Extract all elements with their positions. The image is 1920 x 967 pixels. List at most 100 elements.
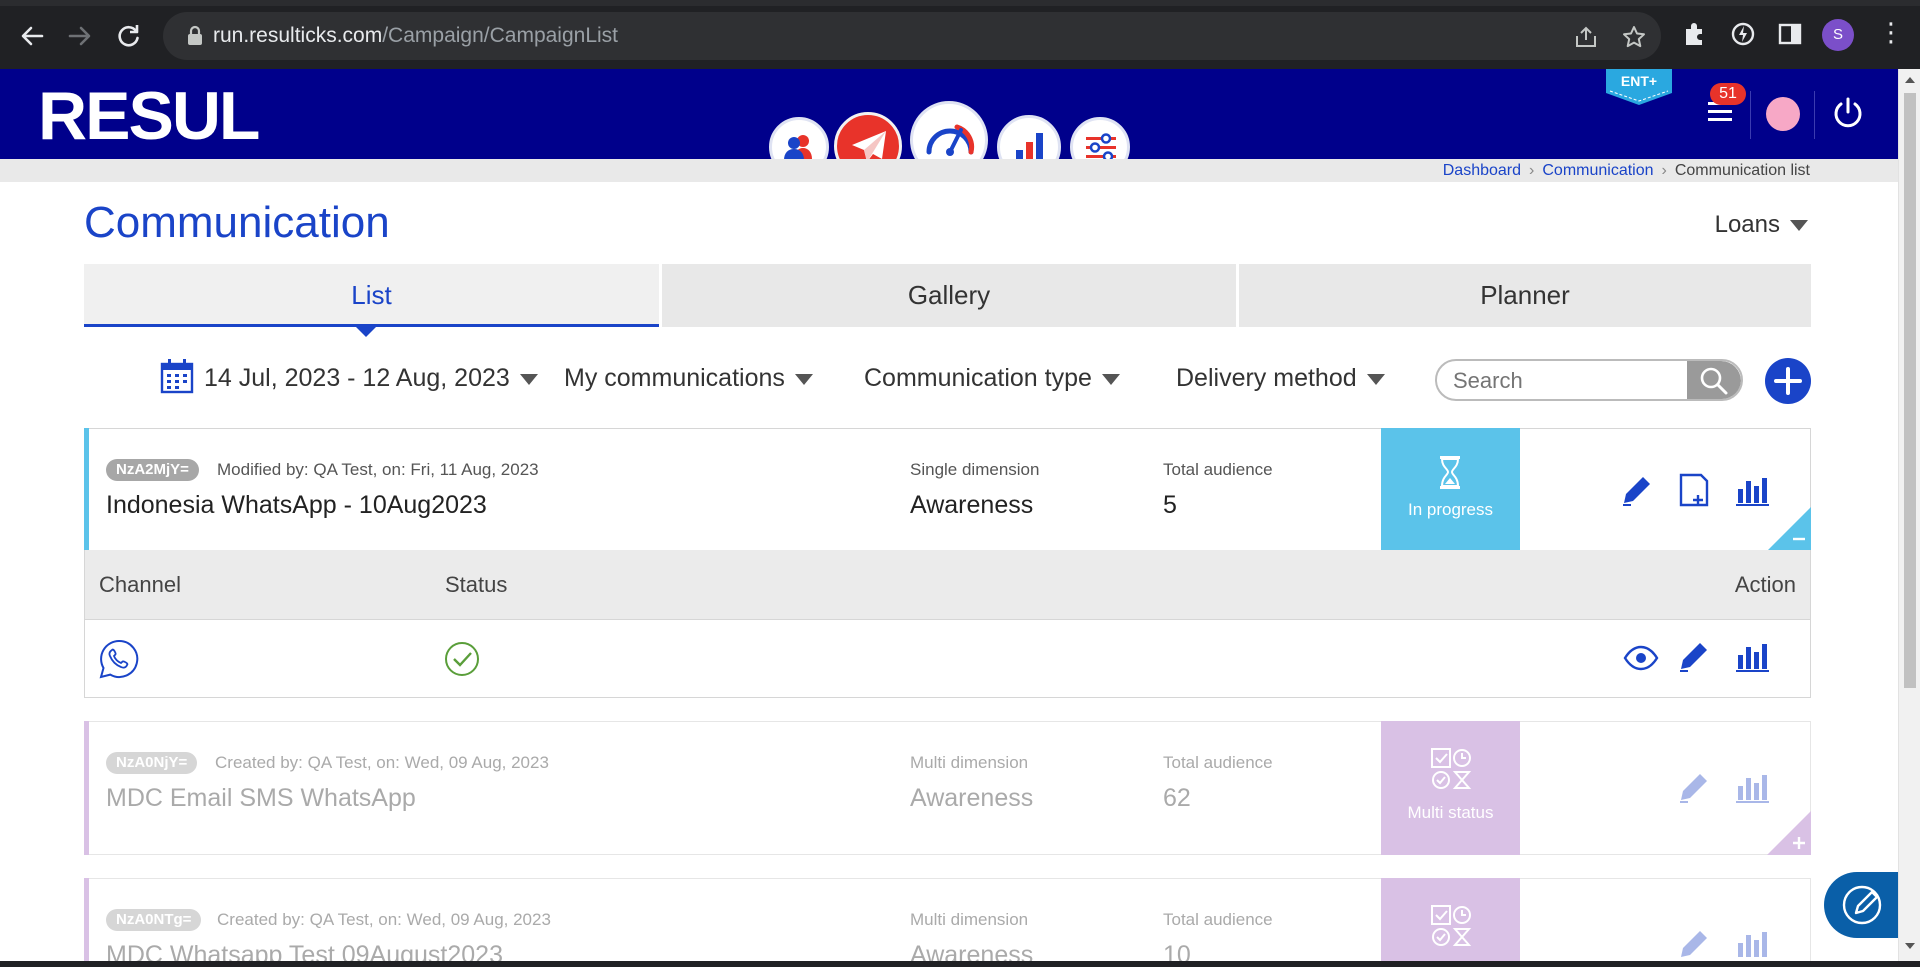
notification-count-badge[interactable]: 51	[1710, 83, 1746, 105]
tab-list[interactable]: List	[84, 264, 659, 327]
owner-filter-dropdown[interactable]: My communications	[564, 360, 813, 396]
profile-avatar[interactable]: S	[1822, 19, 1854, 51]
plus-icon	[1774, 367, 1802, 395]
tab-planner[interactable]: Planner	[1239, 264, 1811, 327]
communication-code-badge: NzA0NTg=	[106, 909, 202, 931]
add-copy-icon[interactable]	[1675, 471, 1713, 509]
user-avatar[interactable]	[1766, 97, 1800, 131]
owner-filter-value: My communications	[564, 364, 785, 392]
communication-detail-table: Channel Status Action	[84, 550, 1811, 698]
caret-down-icon	[1366, 373, 1385, 385]
card-status-bar	[84, 428, 89, 551]
collapse-corner-icon[interactable]	[1767, 507, 1811, 551]
status-label: Multi status	[1407, 803, 1494, 822]
report-icon[interactable]	[1733, 768, 1771, 806]
view-icon[interactable]	[1623, 643, 1659, 673]
scrollbar-thumb[interactable]	[1904, 93, 1916, 688]
status-panel: In progress	[1381, 428, 1520, 551]
search-icon	[1700, 367, 1728, 395]
channel-header: Channel	[99, 572, 181, 597]
caret-down-icon	[1101, 373, 1120, 385]
hourglass-icon	[1440, 456, 1460, 489]
scroll-down-icon[interactable]	[1905, 943, 1915, 949]
share-icon[interactable]	[1573, 24, 1599, 50]
bookmark-star-icon[interactable]	[1621, 24, 1647, 50]
status-panel	[1381, 878, 1520, 967]
power-icon[interactable]	[1830, 95, 1866, 131]
communication-name[interactable]: MDC Email SMS WhatsApp	[106, 782, 416, 814]
lock-icon	[188, 25, 202, 45]
back-icon[interactable]	[14, 18, 50, 54]
communication-type-dropdown[interactable]: Communication type	[864, 360, 1120, 396]
edit-icon[interactable]	[1675, 925, 1713, 963]
communication-name[interactable]: Indonesia WhatsApp - 10Aug2023	[106, 489, 487, 521]
report-icon[interactable]	[1733, 471, 1771, 509]
status-header: Status	[445, 572, 508, 597]
card-status-bar	[84, 878, 89, 967]
header-divider	[1750, 91, 1751, 139]
delivery-method-value: Delivery method	[1176, 364, 1357, 392]
search-input[interactable]	[1453, 367, 1673, 395]
communication-meta: Created by: QA Test, on: Wed, 09 Aug, 20…	[217, 910, 551, 929]
calendar-icon[interactable]	[160, 358, 194, 394]
breadcrumb-communication[interactable]: Communication	[1542, 162, 1653, 179]
business-unit-dropdown[interactable]: Loans	[1715, 210, 1808, 240]
check-circle-icon	[445, 642, 479, 676]
audience-label: Total audience	[1163, 460, 1273, 479]
audience-label: Total audience	[1163, 910, 1273, 929]
ent-badge-label: ENT+	[1620, 73, 1658, 89]
performance-icon[interactable]	[1729, 20, 1757, 48]
search-button[interactable]	[1687, 361, 1741, 399]
feedback-pen-icon	[1842, 885, 1882, 925]
communication-code-badge: NzA2MjY=	[106, 459, 199, 481]
status-panel: Multi status	[1381, 721, 1520, 855]
breadcrumb-separator-icon: ›	[1661, 162, 1667, 179]
caret-down-icon	[519, 373, 538, 385]
side-panel-icon[interactable]	[1776, 20, 1804, 48]
audience-label: Total audience	[1163, 753, 1273, 772]
communication-card[interactable]: NzA0NTg= Created by: QA Test, on: Wed, 0…	[84, 878, 1811, 967]
edit-icon[interactable]	[1618, 471, 1656, 509]
reload-icon[interactable]	[110, 18, 146, 54]
active-tab-pointer	[356, 327, 376, 337]
dimension-label: Multi dimension	[910, 753, 1029, 772]
resulticks-logo[interactable]: RESUL	[38, 81, 260, 151]
header-divider	[1814, 91, 1815, 139]
expand-corner-icon[interactable]	[1767, 811, 1811, 855]
multi-status-icon	[1431, 748, 1472, 789]
communication-code-badge: NzA0NjY=	[106, 752, 198, 774]
dimension-value: Awareness	[910, 784, 1034, 812]
communication-meta: Modified by: QA Test, on: Fri, 11 Aug, 2…	[217, 460, 539, 479]
report-icon[interactable]	[1733, 925, 1771, 963]
scroll-up-icon[interactable]	[1905, 77, 1915, 83]
address-bar[interactable]: run.resulticks.com/Campaign/CampaignList	[163, 12, 1661, 60]
breadcrumb-dashboard[interactable]: Dashboard	[1443, 162, 1521, 179]
communication-card[interactable]: NzA0NjY= Created by: QA Test, on: Wed, 0…	[84, 721, 1811, 855]
browser-tabstrip	[0, 0, 1920, 6]
view-tabs: List Gallery Planner	[84, 264, 1811, 327]
add-communication-button[interactable]	[1765, 358, 1811, 404]
edit-icon[interactable]	[1675, 768, 1713, 806]
report-icon[interactable]	[1733, 637, 1771, 675]
page-scrollbar[interactable]	[1898, 69, 1920, 967]
tab-gallery[interactable]: Gallery	[662, 264, 1236, 327]
page-title: Communication	[84, 198, 390, 247]
caret-down-icon	[1790, 220, 1808, 232]
url-text[interactable]: run.resulticks.com/Campaign/CampaignList	[213, 24, 618, 48]
communication-type-value: Communication type	[864, 364, 1092, 392]
forward-icon[interactable]	[62, 18, 98, 54]
delivery-method-dropdown[interactable]: Delivery method	[1176, 360, 1385, 396]
breadcrumb-separator-icon: ›	[1529, 162, 1535, 179]
extensions-icon[interactable]	[1681, 20, 1709, 48]
ent-badge: ENT+	[1606, 69, 1672, 105]
communication-meta: Created by: QA Test, on: Wed, 09 Aug, 20…	[215, 753, 549, 772]
status-label: In progress	[1407, 500, 1494, 519]
communication-card[interactable]: NzA2MjY= Modified by: QA Test, on: Fri, …	[84, 428, 1811, 551]
detail-row	[85, 621, 1810, 697]
date-range-picker[interactable]: 14 Jul, 2023 - 12 Aug, 2023	[204, 360, 538, 396]
breadcrumb: Dashboard › Communication › Communication li…	[1443, 160, 1810, 182]
whatsapp-icon	[99, 639, 139, 679]
browser-menu-icon[interactable]: ⋮	[1878, 20, 1904, 48]
feedback-button[interactable]	[1824, 872, 1898, 938]
edit-icon[interactable]	[1675, 637, 1713, 675]
